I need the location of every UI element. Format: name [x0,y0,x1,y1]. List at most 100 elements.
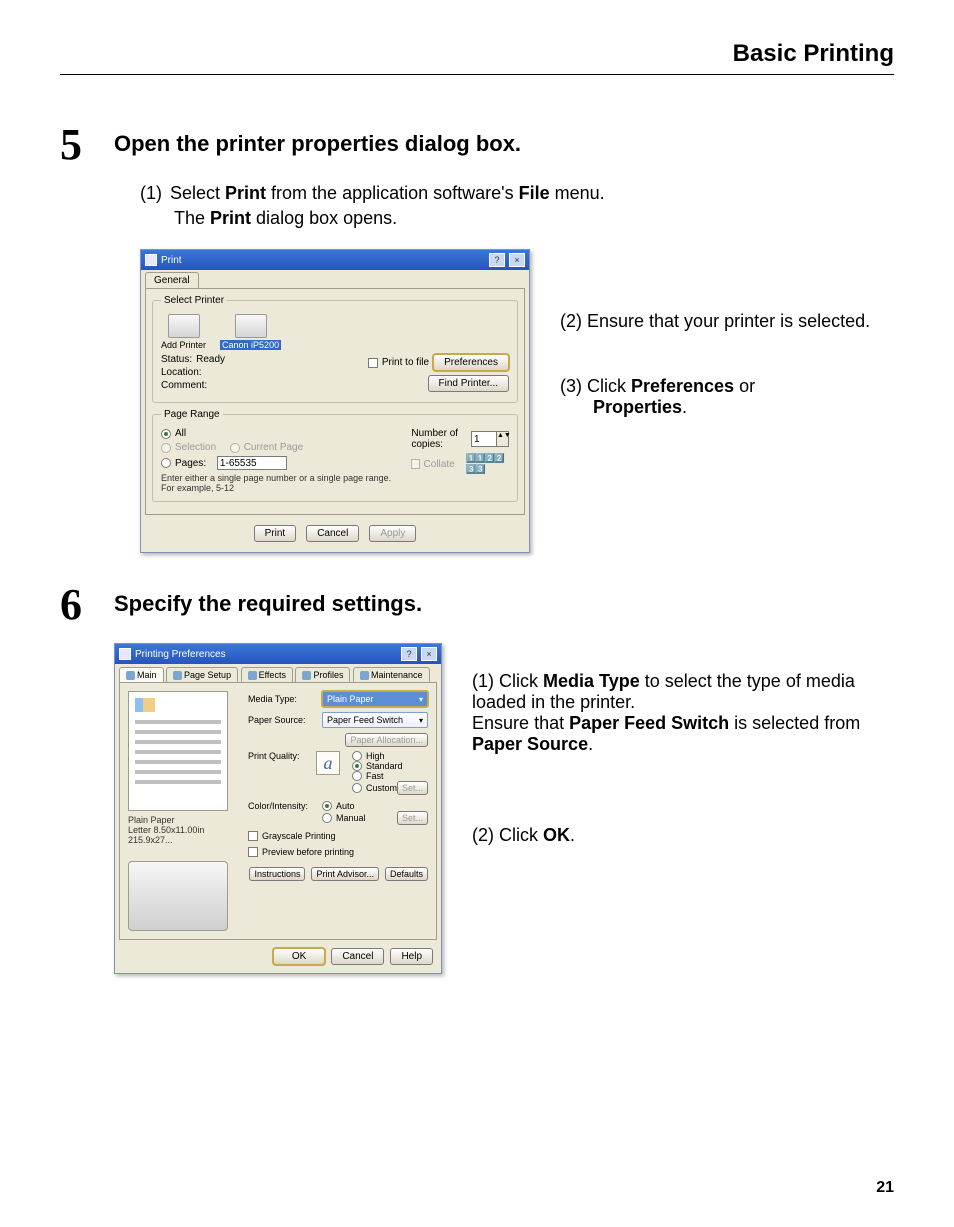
preferences-dialog-buttons: OK Cancel Help [115,944,441,973]
radio-all[interactable] [161,429,171,439]
printer-icon [119,648,131,660]
print-advisor-button[interactable]: Print Advisor... [311,867,379,881]
preferences-body: Plain Paper Letter 8.50x11.00in 215.9x27… [119,682,437,940]
ok-button[interactable]: OK [273,948,325,965]
grayscale-label: Grayscale Printing [262,831,336,841]
tab-profiles-label: Profiles [313,670,343,680]
instructions-button[interactable]: Instructions [249,867,305,881]
close-button[interactable]: × [509,253,525,267]
select-printer-group: Select Printer Add Printer Canon iP5200 [152,295,518,403]
preview-checkbox[interactable] [248,847,258,857]
preferences-tabs: Main Page Setup Effects Profiles Mainten… [115,664,441,682]
printer-status-right: Print to file Preferences Find Printer..… [368,354,509,394]
print-quality-label: Print Quality: [248,751,316,761]
txt-bold: Paper Source [472,734,588,754]
radio-high-label: High [366,751,385,761]
media-type-value: Plain Paper [327,694,374,704]
defaults-button[interactable]: Defaults [385,867,428,881]
paper-source-label: Paper Source: [248,715,316,725]
printer-status-row: Status:Ready Location: Comment: Print to… [161,354,509,394]
radio-fast-label: Fast [366,771,384,781]
comment-label: Comment: [161,380,207,391]
txt: Select [170,183,225,203]
preferences-button[interactable]: Preferences [433,354,509,371]
callout-2-text: (2) Ensure that your printer is selected… [560,311,870,331]
help-button[interactable]: ? [489,253,505,267]
page-number: 21 [876,1179,894,1197]
txt-bold: Paper Feed Switch [569,713,729,733]
radio-manual[interactable] [322,813,332,823]
step-5-figure: Print ? × General Select Printer Add Pri… [140,249,894,553]
grayscale-checkbox[interactable] [248,831,258,841]
copies-input[interactable] [472,432,496,446]
printer-name: Canon iP5200 [220,340,281,350]
chevron-down-icon: ▾ [419,695,423,704]
txt: menu. [550,183,605,203]
txt: . [682,397,687,417]
txt: Ensure that [472,713,569,733]
print-to-file-checkbox[interactable] [368,358,378,368]
radio-auto[interactable] [322,801,332,811]
step-6-figure: Printing Preferences ? × Main Page Setup… [114,643,894,974]
tab-effects[interactable]: Effects [241,667,293,682]
print-button[interactable]: Print [254,525,297,542]
copies-spinner[interactable]: ▲▼ [471,431,509,447]
help-button[interactable]: Help [390,948,433,965]
media-type-select[interactable]: Plain Paper ▾ [322,691,428,707]
radio-custom[interactable] [352,783,362,793]
txt: dialog box opens. [251,208,397,228]
preferences-inner-buttons: Instructions Print Advisor... Defaults [248,867,428,881]
spinner-arrows[interactable]: ▲▼ [496,432,508,446]
txt-bold: Print [225,183,266,203]
radio-standard[interactable] [352,761,362,771]
collate-checkbox [411,459,419,469]
radio-current-page-label: Current Page [244,442,303,453]
radio-standard-label: Standard [366,761,403,771]
tab-general[interactable]: General [145,272,199,288]
radio-fast[interactable] [352,771,362,781]
radio-high[interactable] [352,751,362,761]
tab-profiles[interactable]: Profiles [295,667,350,682]
print-quality-row: Print Quality: a High Standard Fast Cust… [248,751,428,795]
printer-item-selected[interactable]: Canon iP5200 [220,314,281,350]
add-printer-item[interactable]: Add Printer [161,314,206,350]
pq-set-button: Set... [397,781,428,795]
copies-col: Number of copies: ▲▼ Collate 1️⃣1️⃣ 2️⃣2… [411,428,509,493]
step-5-sub-1-key: (1) [140,183,162,204]
step-6: 6 Specify the required settings. Printin… [60,583,894,974]
txt-bold: File [519,183,550,203]
txt: (1) Click [472,671,543,691]
cancel-button[interactable]: Cancel [331,948,384,965]
callout-6-1: (1) Click Media Type to select the type … [472,671,894,755]
help-button[interactable]: ? [401,647,417,661]
radio-pages[interactable] [161,458,171,468]
tab-main-label: Main [137,670,157,680]
tab-main[interactable]: Main [119,667,164,682]
pages-input[interactable] [217,456,287,470]
txt: . [588,734,593,754]
status-value: Ready [196,354,225,365]
cancel-button[interactable]: Cancel [306,525,359,542]
radio-manual-label: Manual [336,813,366,823]
printer-list[interactable]: Add Printer Canon iP5200 [161,314,509,350]
page-header: Basic Printing [60,40,894,75]
step-5-sub-1-text: Select Print from the application softwa… [170,183,605,204]
tab-page-setup[interactable]: Page Setup [166,667,238,682]
print-dialog-buttons: Print Cancel Apply [141,519,529,552]
ci-set-button: Set... [397,811,428,825]
tab-maintenance[interactable]: Maintenance [353,667,430,682]
collate-label: Collate [424,459,455,470]
tab-effects-label: Effects [259,670,286,680]
step-5-heading: Open the printer properties dialog box. [114,131,894,157]
radio-current-page [230,443,240,453]
printer-icon [235,314,267,338]
txt: . [570,825,575,845]
close-button[interactable]: × [421,647,437,661]
find-printer-button[interactable]: Find Printer... [428,375,509,392]
print-dialog-titlebar[interactable]: Print ? × [141,250,529,270]
paper-source-select[interactable]: Paper Feed Switch▾ [322,712,428,728]
tab-effects-icon [248,671,257,680]
radio-auto-label: Auto [336,801,355,811]
tab-maintenance-icon [360,671,369,680]
preferences-dialog-titlebar[interactable]: Printing Preferences ? × [115,644,441,664]
